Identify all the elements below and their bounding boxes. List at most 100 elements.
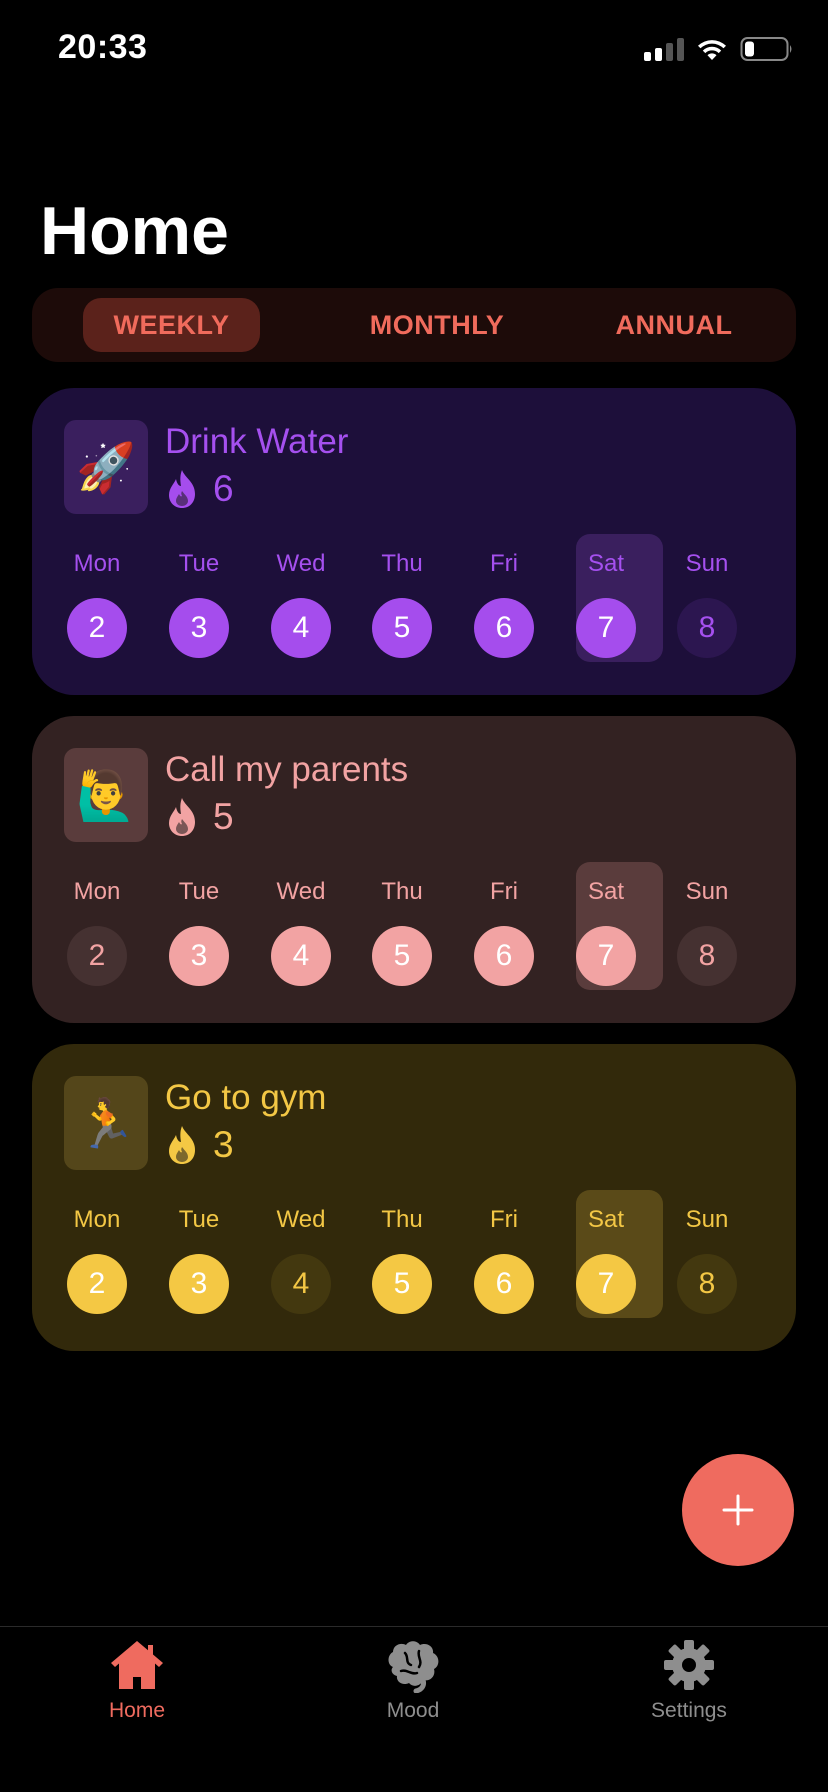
tab-label-settings: Settings xyxy=(651,1699,727,1722)
wifi-icon xyxy=(698,40,726,60)
day-label: Wed xyxy=(276,878,326,905)
habit-streak: 6 xyxy=(165,468,234,510)
habit-streak: 3 xyxy=(165,1124,234,1166)
day-date-circle[interactable]: 3 xyxy=(169,926,229,986)
flame-icon xyxy=(169,798,195,836)
streak-count: 5 xyxy=(213,796,234,837)
habit-streak: 5 xyxy=(165,796,234,838)
period-segmented-control: WEEKLY MONTHLY ANNUAL xyxy=(32,288,796,362)
day-thu[interactable]: Thu 5 xyxy=(358,548,446,668)
day-label: Sat xyxy=(587,1206,625,1233)
segment-annual[interactable]: ANNUAL xyxy=(576,298,772,352)
cellular-signal-icon xyxy=(644,37,684,61)
day-tue[interactable]: Tue 3 xyxy=(155,548,243,668)
day-date-circle[interactable]: 2 xyxy=(67,598,127,658)
day-thu[interactable]: Thu 5 xyxy=(358,1204,446,1324)
day-date-circle[interactable]: 5 xyxy=(372,598,432,658)
day-date-circle[interactable]: 3 xyxy=(169,1254,229,1314)
day-wed[interactable]: Wed 4 xyxy=(257,876,345,996)
segment-monthly[interactable]: MONTHLY xyxy=(337,298,537,352)
day-date-circle[interactable]: 7 xyxy=(576,598,636,658)
day-wed[interactable]: Wed 4 xyxy=(257,548,345,668)
streak-count: 6 xyxy=(213,468,234,509)
day-label: Sat xyxy=(587,878,625,905)
day-fri[interactable]: Fri 6 xyxy=(460,876,548,996)
tab-home[interactable]: Home xyxy=(57,1637,217,1723)
status-time: 20:33 xyxy=(58,28,148,66)
habit-title: Call my parents xyxy=(165,750,409,789)
day-date-circle[interactable]: 5 xyxy=(372,926,432,986)
day-date-circle[interactable]: 5 xyxy=(372,1254,432,1314)
day-sun[interactable]: Sun 8 xyxy=(663,876,751,996)
day-thu[interactable]: Thu 5 xyxy=(358,876,446,996)
brain-icon xyxy=(388,1641,439,1693)
page-title: Home xyxy=(40,193,229,269)
habit-title: Go to gym xyxy=(165,1078,327,1117)
day-date-circle[interactable]: 4 xyxy=(271,1254,331,1314)
day-sat[interactable]: Sat 7 xyxy=(562,876,650,996)
habit-emoji-icon: 🚀 xyxy=(64,420,148,514)
day-date-circle[interactable]: 6 xyxy=(474,926,534,986)
day-date-circle[interactable]: 4 xyxy=(271,926,331,986)
tab-settings[interactable]: Settings xyxy=(609,1637,769,1723)
day-date-circle[interactable]: 6 xyxy=(474,1254,534,1314)
day-mon[interactable]: Mon 2 xyxy=(53,548,141,668)
day-label: Mon xyxy=(73,550,121,577)
status-icons xyxy=(644,36,794,62)
day-label: Sun xyxy=(685,1206,729,1233)
day-sun[interactable]: Sun 8 xyxy=(663,548,751,668)
day-tue[interactable]: Tue 3 xyxy=(155,876,243,996)
battery-icon xyxy=(740,37,792,61)
plus-icon xyxy=(722,1494,754,1526)
week-days: Mon 2 Tue 3 Wed 4 Thu 5 Fri 6 Sat 7 Sun 8 xyxy=(32,1204,796,1324)
day-date-circle[interactable]: 2 xyxy=(67,1254,127,1314)
day-date-circle[interactable]: 2 xyxy=(67,926,127,986)
add-habit-button[interactable] xyxy=(682,1454,794,1566)
day-date-circle[interactable]: 8 xyxy=(677,1254,737,1314)
day-fri[interactable]: Fri 6 xyxy=(460,548,548,668)
day-label: Wed xyxy=(276,1206,326,1233)
day-date-circle[interactable]: 6 xyxy=(474,598,534,658)
day-wed[interactable]: Wed 4 xyxy=(257,1204,345,1324)
day-label: Fri xyxy=(490,878,518,905)
habit-emoji-icon: 🙋‍♂️ xyxy=(64,748,148,842)
day-date-circle[interactable]: 7 xyxy=(576,1254,636,1314)
habit-title: Drink Water xyxy=(165,422,349,461)
day-label: Mon xyxy=(73,878,121,905)
day-label: Wed xyxy=(276,550,326,577)
day-label: Sun xyxy=(685,878,729,905)
day-label: Thu xyxy=(381,550,423,577)
day-date-circle[interactable]: 8 xyxy=(677,598,737,658)
day-sat[interactable]: Sat 7 xyxy=(562,1204,650,1324)
day-sun[interactable]: Sun 8 xyxy=(663,1204,751,1324)
day-mon[interactable]: Mon 2 xyxy=(53,1204,141,1324)
tab-mood[interactable]: Mood xyxy=(333,1637,493,1723)
day-label: Thu xyxy=(381,1206,423,1233)
habit-card[interactable]: 🏃 Go to gym 3 Mon 2 Tue 3 Wed 4 Thu 5 Fri 6 Sat 7 Sun 8 xyxy=(32,1044,796,1351)
habit-card[interactable]: 🚀 Drink Water 6 Mon 2 Tue 3 Wed 4 Thu 5 Fri 6 Sat 7 Sun… xyxy=(32,388,796,695)
streak-count: 3 xyxy=(213,1124,234,1165)
day-label: Fri xyxy=(490,1206,518,1233)
week-days: Mon 2 Tue 3 Wed 4 Thu 5 Fri 6 Sat 7 Sun 8 xyxy=(32,876,796,996)
day-mon[interactable]: Mon 2 xyxy=(53,876,141,996)
day-label: Tue xyxy=(178,550,220,577)
day-date-circle[interactable]: 7 xyxy=(576,926,636,986)
day-fri[interactable]: Fri 6 xyxy=(460,1204,548,1324)
tab-bar: Home Mood Settings xyxy=(0,1626,828,1792)
habit-card[interactable]: 🙋‍♂️ Call my parents 5 Mon 2 Tue 3 Wed 4 Thu 5 Fri 6… xyxy=(32,716,796,1023)
day-label: Tue xyxy=(178,1206,220,1233)
day-tue[interactable]: Tue 3 xyxy=(155,1204,243,1324)
week-days: Mon 2 Tue 3 Wed 4 Thu 5 Fri 6 Sat 7 Sun 8 xyxy=(32,548,796,668)
tab-label-mood: Mood xyxy=(386,1699,440,1722)
day-label: Thu xyxy=(381,878,423,905)
segment-weekly[interactable]: WEEKLY xyxy=(83,298,260,352)
day-label: Mon xyxy=(73,1206,121,1233)
day-date-circle[interactable]: 4 xyxy=(271,598,331,658)
flame-icon xyxy=(169,1126,195,1164)
day-date-circle[interactable]: 3 xyxy=(169,598,229,658)
day-date-circle[interactable]: 8 xyxy=(677,926,737,986)
day-label: Tue xyxy=(178,878,220,905)
habit-emoji-icon: 🏃 xyxy=(64,1076,148,1170)
day-label: Fri xyxy=(490,550,518,577)
day-sat[interactable]: Sat 7 xyxy=(562,548,650,668)
